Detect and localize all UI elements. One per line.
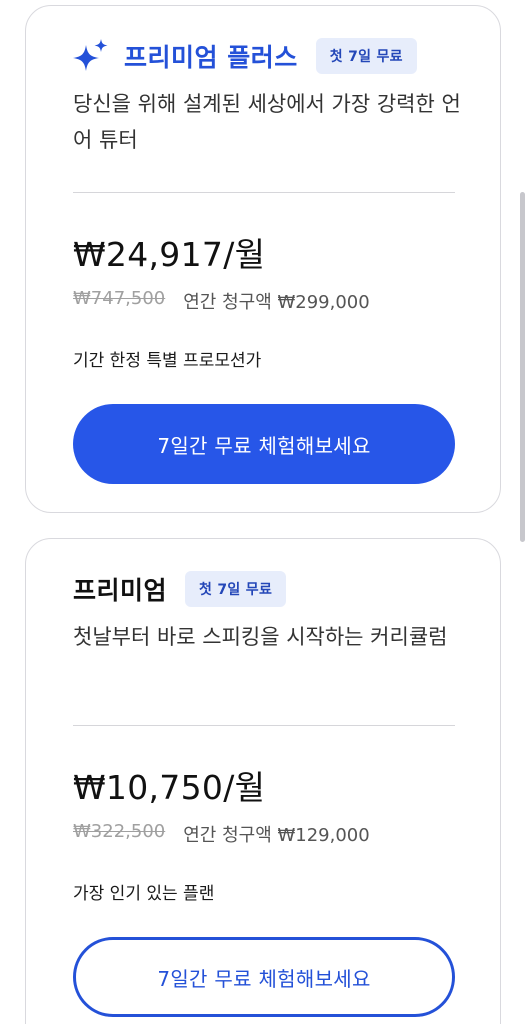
free-trial-badge: 첫 7일 무료 xyxy=(315,38,417,74)
plan-title: 프리미엄 플러스 xyxy=(124,43,298,72)
billing-info: ₩747,500 연간 청구액 ₩299,000 xyxy=(73,288,370,314)
divider xyxy=(73,725,455,726)
plan-title-row: 프리미엄 플러스 첫 7일 무료 xyxy=(124,38,417,74)
plan-card-premium[interactable]: 프리미엄 첫 7일 무료 첫날부터 바로 스피킹을 시작하는 커리큘럼 ₩10,… xyxy=(25,538,501,1024)
original-price: ₩747,500 xyxy=(73,288,166,309)
sparkle-icon xyxy=(73,39,108,71)
annual-billing: 연간 청구액 ₩129,000 xyxy=(183,825,370,846)
plan-title-row: 프리미엄 첫 7일 무료 xyxy=(73,571,287,607)
free-trial-badge: 첫 7일 무료 xyxy=(185,571,287,607)
start-free-trial-button[interactable]: 7일간 무료 체험해보세요 xyxy=(73,404,455,484)
billing-info: ₩322,500 연간 청구액 ₩129,000 xyxy=(73,821,370,847)
original-price: ₩322,500 xyxy=(73,821,166,842)
monthly-price: ₩24,917/월 xyxy=(73,235,266,274)
promo-note: 가장 인기 있는 플랜 xyxy=(73,884,215,904)
plan-description: 첫날부터 바로 스피킹을 시작하는 커리큘럼 xyxy=(73,625,448,649)
start-free-trial-button[interactable]: 7일간 무료 체험해보세요 xyxy=(73,937,455,1017)
plan-description: 당신을 위해 설계된 세상에서 가장 강력한 언어 튜터 xyxy=(73,92,461,152)
promo-note: 기간 한정 특별 프로모션가 xyxy=(73,351,262,371)
annual-billing: 연간 청구액 ₩299,000 xyxy=(183,292,370,313)
divider xyxy=(73,192,455,193)
subscription-page: 프리미엄 플러스 첫 7일 무료 당신을 위해 설계된 세상에서 가장 강력한 … xyxy=(0,0,527,1024)
monthly-price: ₩10,750/월 xyxy=(73,768,266,807)
plan-title: 프리미엄 xyxy=(73,576,168,605)
scrollbar[interactable] xyxy=(520,192,525,542)
plan-card-premium-plus[interactable]: 프리미엄 플러스 첫 7일 무료 당신을 위해 설계된 세상에서 가장 강력한 … xyxy=(25,5,501,513)
